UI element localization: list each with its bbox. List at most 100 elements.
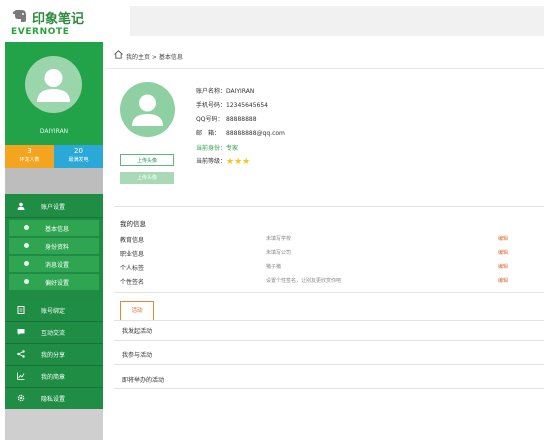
sidebar-item-label: 账号绑定 [41,308,66,315]
share-icon [17,350,25,358]
chat-icon [17,328,25,336]
user-silhouette-icon [132,94,163,126]
field-label: 邮 箱： [196,130,221,137]
bullet-icon [24,279,29,284]
user-icon [17,202,25,210]
profile-level: 当前等级：★★★ [196,156,251,167]
edit-link[interactable]: 编辑 [498,263,508,270]
profile-identity: 当前身份：专家 [196,143,238,152]
info-row-career: 职业信息 未填写公司 编辑 [120,249,540,259]
identity-label: 当前身份： [196,145,227,152]
header: 印象笔记 EVERNOTE [0,0,550,42]
gear-icon [17,394,25,402]
info-value: 未填写学校 [266,236,292,242]
sidebar-footer [5,409,103,440]
bullet-icon [24,243,29,248]
upload-avatar-button[interactable]: 上传头像 [120,154,174,166]
divider [114,364,544,365]
sidebar-profile: DAIYIRAN [5,42,103,145]
sidebar-item-my-share[interactable]: 我的分享 [5,344,103,366]
sidebar-subitem-label: 身份资料 [45,244,70,251]
sidebar-subitem-preferences[interactable]: 偏好设置 [9,274,99,290]
divider [114,320,544,321]
sidebar-item-label: 我的分享 [41,352,66,359]
tab-activity[interactable]: 活动 [120,301,154,320]
level-label: 当前等级： [196,158,227,165]
sidebar-subitem-label: 偏好设置 [45,280,70,287]
identity-value: 专家 [226,145,239,152]
sidebar-spacer [5,168,103,194]
info-value: 未填写公司 [266,250,292,256]
brand-name-cn: 印象笔记 [32,12,85,27]
star-rating-icon: ★★★ [226,157,251,167]
edit-link[interactable]: 编辑 [498,235,508,242]
info-label: 职业信息 [120,251,145,258]
breadcrumb[interactable]: 我的主页 > 基本信息 [126,52,183,61]
field-value: 88888888@qq.com [226,130,285,137]
info-value: 猪子猪 [266,264,282,270]
info-value: 设置个性签名，让别友更欣赏你吧 [266,278,342,284]
sidebar-item-privacy[interactable]: 隐私设置 [5,388,103,410]
sidebar: DAIYIRAN 3 环龙人数 20 最满发电 账户设置 基本信息 身份资料 消… [5,42,103,440]
brand-name-en: EVERNOTE [11,27,70,37]
sidebar-subitem-basic-info[interactable]: 基本信息 [9,220,99,236]
profile-field-email: 邮 箱： 88888888@qq.com [196,128,285,137]
stat-posts[interactable]: 20 最满发电 [54,145,103,168]
activity-row-joined[interactable]: 我参与活动 [122,350,152,359]
bullet-icon [24,225,29,230]
edit-link[interactable]: 编辑 [498,249,508,256]
activity-row-upcoming[interactable]: 即将举办的活动 [122,375,164,384]
info-label: 个人标签 [120,265,145,272]
field-label: 手机号码： [196,102,227,109]
my-info-title: 我的信息 [120,220,146,228]
app-root: 印象笔记 EVERNOTE DAIYIRAN 3 环龙人数 20 最满发电 账户… [0,0,550,440]
elephant-icon [12,8,28,24]
info-row-education: 教育信息 未填写学校 编辑 [120,235,540,245]
profile-field-qq: QQ号码： 88888888 [196,114,257,123]
stat-label: 最满发电 [68,157,89,163]
user-silhouette-icon [37,69,70,102]
sidebar-item-label: 账户设置 [41,204,66,211]
stat-followers[interactable]: 3 环龙人数 [5,145,54,168]
field-value: 12345645654 [226,102,268,109]
field-value: DAIYIRAN [226,88,255,95]
chart-icon [17,372,25,380]
sidebar-item-account-binding[interactable]: 账号绑定 [5,300,103,322]
home-icon[interactable] [114,50,123,59]
profile-avatar[interactable] [120,82,175,137]
stat-value: 3 [27,147,32,155]
info-label: 个性签名 [120,279,145,286]
sidebar-subitem-label: 消息设置 [45,262,70,269]
activity-row-initiated[interactable]: 我发起活动 [122,326,152,335]
divider [106,68,544,69]
field-label: QQ号码： [196,116,224,123]
evernote-logo[interactable]: 印象笔记 EVERNOTE [8,6,118,40]
header-bar [130,6,544,36]
upload-avatar-secondary-button[interactable]: 上传头像 [120,172,174,184]
stat-label: 环龙人数 [19,157,40,163]
sidebar-item-label: 我的简章 [41,374,66,381]
profile-field-account: 账户名称：DAIYIRAN [196,86,254,95]
info-row-signature: 个性签名 设置个性签名，让别友更欣赏你吧 编辑 [120,277,540,287]
divider [114,206,544,207]
sidebar-subitem-identity[interactable]: 身份资料 [9,238,99,254]
sidebar-subitem-messages[interactable]: 消息设置 [9,256,99,272]
info-row-tags: 个人标签 猪子猪 编辑 [120,263,540,273]
sidebar-item-my-brochure[interactable]: 我的简章 [5,366,103,388]
sidebar-item-interaction[interactable]: 互动交流 [5,322,103,344]
divider [114,292,544,293]
sidebar-username: DAIYIRAN [39,128,69,135]
profile-field-phone: 手机号码：12345645654 [196,100,268,109]
avatar[interactable] [25,56,82,113]
main-content: 我的主页 > 基本信息 上传头像 上传头像 账户名称：DAIYIRAN 手机号码… [106,42,544,440]
sidebar-item-account-settings[interactable]: 账户设置 [5,196,103,218]
divider [114,388,544,389]
sidebar-item-label: 互动交流 [41,330,66,337]
field-value: 88888888 [226,116,257,123]
sidebar-subitem-label: 基本信息 [45,226,70,233]
stat-value: 20 [74,147,83,155]
bullet-icon [24,261,29,266]
divider [114,340,544,341]
edit-link[interactable]: 编辑 [498,277,508,284]
field-label: 账户名称： [196,88,227,95]
